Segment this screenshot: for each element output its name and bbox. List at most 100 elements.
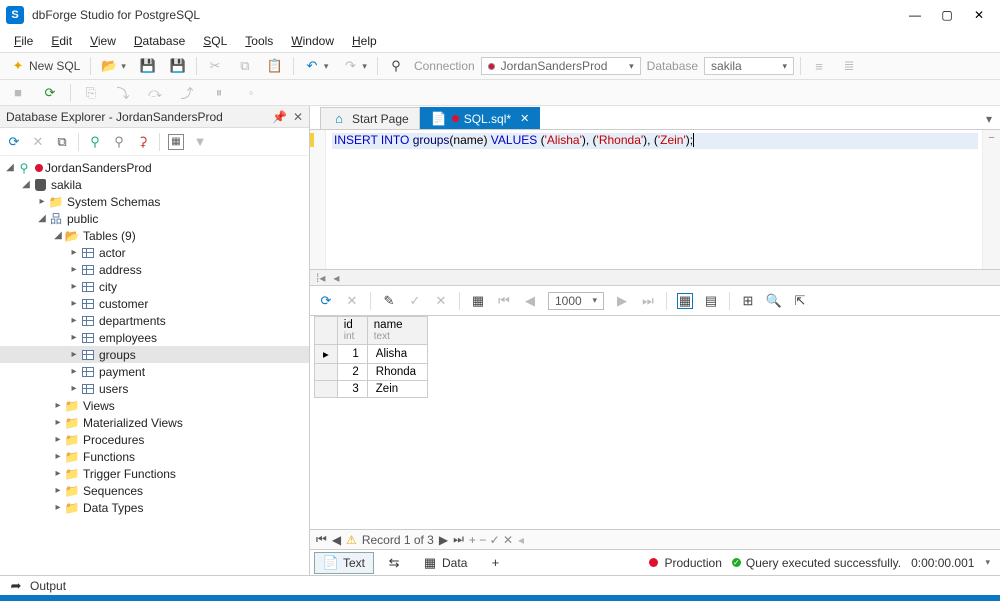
tree-system-schemas-node[interactable]: ▸📁 System Schemas xyxy=(0,193,309,210)
output-panel-tab[interactable]: ➦ Output xyxy=(0,575,1000,595)
next-page-button[interactable]: ▶ xyxy=(614,293,630,309)
connect-all-button[interactable]: ⚲ xyxy=(111,134,127,150)
tree-table-employees[interactable]: ▸employees xyxy=(0,329,309,346)
tree-folder-data-types[interactable]: ▸📁Data Types xyxy=(0,499,309,516)
exec-into-button[interactable]: ⤵ xyxy=(111,83,135,103)
tree-table-payment[interactable]: ▸payment xyxy=(0,363,309,380)
view-grid-button[interactable]: ▦ xyxy=(677,293,693,309)
mode-swap-button[interactable]: ⇆ xyxy=(378,553,410,573)
menu-file[interactable]: File xyxy=(6,32,41,50)
indent-button[interactable]: ≡ xyxy=(807,56,831,76)
table-row[interactable]: ▸1Alisha xyxy=(315,345,428,364)
results-rollback-button[interactable]: ✕ xyxy=(433,293,449,309)
exec-over-button[interactable]: ⤼ xyxy=(143,83,167,103)
exec-break-button[interactable]: ◦ xyxy=(239,83,263,103)
results-search-button[interactable]: 🔍 xyxy=(766,293,782,309)
mode-text-button[interactable]: 📄 Text xyxy=(314,552,374,574)
tab-start-page[interactable]: ⌂ Start Page xyxy=(320,107,420,129)
close-button[interactable]: ✕ xyxy=(972,8,986,22)
new-sql-button[interactable]: ✦ New SQL xyxy=(6,56,84,76)
filter-button[interactable]: ▼ xyxy=(192,134,208,150)
explorer-refresh-button[interactable]: ⟳ xyxy=(6,134,22,150)
tree-connection-node[interactable]: ◢⚲ JordanSandersProd xyxy=(0,159,309,176)
tree-folder-sequences[interactable]: ▸📁Sequences xyxy=(0,482,309,499)
tree-database-node[interactable]: ◢ sakila xyxy=(0,176,309,193)
cell-id[interactable]: 3 xyxy=(337,381,367,398)
first-page-button[interactable]: ⏮ xyxy=(496,293,512,309)
database-selector[interactable]: sakila ▾ xyxy=(704,57,794,75)
mode-add-button[interactable]: + xyxy=(479,553,511,573)
tree-folder-trigger-functions[interactable]: ▸📁Trigger Functions xyxy=(0,465,309,482)
tree-table-city[interactable]: ▸city xyxy=(0,278,309,295)
nav-first-button[interactable]: ⏮ xyxy=(316,532,327,547)
column-header-name[interactable]: nametext xyxy=(367,317,427,345)
explorer-copy-button[interactable]: ⧉ xyxy=(54,134,70,150)
tree-tables-folder[interactable]: ◢📂 Tables (9) xyxy=(0,227,309,244)
results-grid[interactable]: idintnametext ▸1Alisha2Rhonda3Zein xyxy=(310,316,1000,529)
row-selector[interactable] xyxy=(315,364,338,381)
sql-editor[interactable]: INSERT INTO groups(name) VALUES ('Alisha… xyxy=(310,130,1000,270)
menu-window[interactable]: Window xyxy=(283,32,342,50)
refresh-exec-button[interactable]: ⟳ xyxy=(38,83,62,103)
tree-table-users[interactable]: ▸users xyxy=(0,380,309,397)
results-export-button[interactable]: ⇱ xyxy=(792,293,808,309)
cell-id[interactable]: 2 xyxy=(337,364,367,381)
row-selector[interactable]: ▸ xyxy=(315,345,338,364)
page-size-input[interactable]: 1000▾ xyxy=(548,292,604,310)
menu-edit[interactable]: Edit xyxy=(43,32,80,50)
results-cancel-button[interactable]: ✕ xyxy=(344,293,360,309)
maximize-button[interactable]: ▢ xyxy=(940,8,954,22)
outdent-button[interactable]: ≣ xyxy=(837,56,861,76)
explorer-close-icon[interactable]: ✕ xyxy=(293,110,303,124)
results-commit-button[interactable]: ✓ xyxy=(407,293,423,309)
tree-folder-views[interactable]: ▸📁Views xyxy=(0,397,309,414)
results-edit-button[interactable]: ✎ xyxy=(381,293,397,309)
redo-button[interactable]: ↷▾ xyxy=(338,56,371,76)
connect-button[interactable]: ⚲ xyxy=(384,56,408,76)
tab-close-icon[interactable]: ✕ xyxy=(520,112,529,125)
mode-data-button[interactable]: ▦ Data xyxy=(414,553,475,573)
minimize-button[interactable]: — xyxy=(908,8,922,22)
exec-pause-button[interactable]: ⏸ xyxy=(207,83,231,103)
cell-name[interactable]: Zein xyxy=(367,381,427,398)
menu-sql[interactable]: SQL xyxy=(195,32,235,50)
tree-table-actor[interactable]: ▸actor xyxy=(0,244,309,261)
nav-last-button[interactable]: ⏭ xyxy=(453,532,464,547)
connection-selector[interactable]: JordanSandersProd ▾ xyxy=(481,57,641,75)
disconnect-button[interactable]: ⚳ xyxy=(135,134,151,150)
new-connection-button[interactable]: ⚲ xyxy=(87,134,103,150)
menu-view[interactable]: View xyxy=(82,32,124,50)
view-card-button[interactable]: ▤ xyxy=(703,293,719,309)
results-grid-icon[interactable]: ▦ xyxy=(470,293,486,309)
table-row[interactable]: 2Rhonda xyxy=(315,364,428,381)
cell-id[interactable]: 1 xyxy=(337,345,367,364)
menu-database[interactable]: Database xyxy=(126,32,193,50)
tree-table-customer[interactable]: ▸customer xyxy=(0,295,309,312)
stop-exec-button[interactable]: ■ xyxy=(6,83,30,103)
save-button[interactable]: 💾 xyxy=(136,56,160,76)
undo-button[interactable]: ↶▾ xyxy=(300,56,333,76)
tree-public-schema-node[interactable]: ◢品 public xyxy=(0,210,309,227)
pin-icon[interactable]: 📌 xyxy=(272,110,287,124)
explorer-tree[interactable]: ◢⚲ JordanSandersProd ◢ sakila ▸📁 System … xyxy=(0,156,309,575)
view-pivot-button[interactable]: ⊞ xyxy=(740,293,756,309)
exec-step-button[interactable]: ⎘ xyxy=(79,83,103,103)
save-all-button[interactable]: 💾 xyxy=(166,56,190,76)
nav-next-button[interactable]: ▶ xyxy=(439,533,448,547)
explorer-delete-button[interactable]: ✕ xyxy=(30,134,46,150)
last-page-button[interactable]: ⏭ xyxy=(640,293,656,309)
copy-button[interactable]: ⧉ xyxy=(233,56,257,76)
cell-name[interactable]: Alisha xyxy=(367,345,427,364)
exec-out-button[interactable]: ⤴ xyxy=(175,83,199,103)
cut-button[interactable]: ✂ xyxy=(203,56,227,76)
nav-prev-button[interactable]: ◀ xyxy=(332,533,341,547)
show-objects-button[interactable]: ▦ xyxy=(168,134,184,150)
paste-button[interactable]: 📋 xyxy=(263,56,287,76)
tree-table-departments[interactable]: ▸departments xyxy=(0,312,309,329)
tab-sql[interactable]: 📄 SQL.sql* ✕ xyxy=(420,107,541,129)
table-row[interactable]: 3Zein xyxy=(315,381,428,398)
column-header-id[interactable]: idint xyxy=(337,317,367,345)
tree-table-groups[interactable]: ▸groups xyxy=(0,346,309,363)
tree-table-address[interactable]: ▸address xyxy=(0,261,309,278)
menu-help[interactable]: Help xyxy=(344,32,385,50)
